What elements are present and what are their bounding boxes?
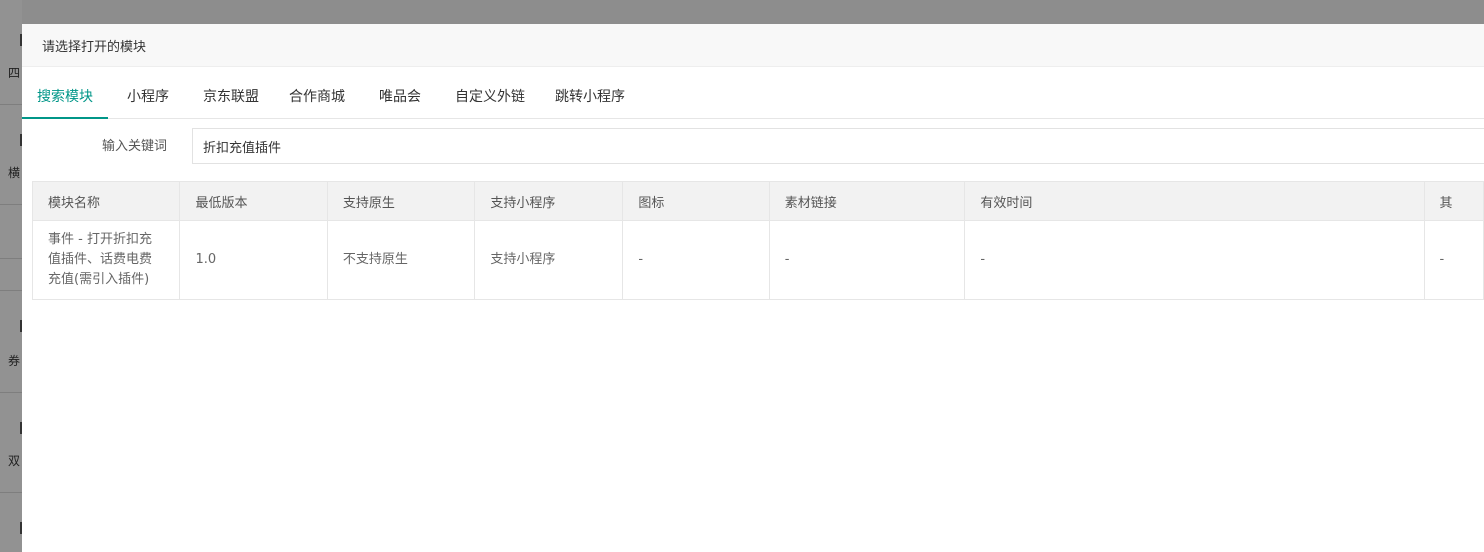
column-header-icon[interactable]: 图标 — [622, 181, 770, 221]
column-header-material-link[interactable]: 素材链接 — [768, 181, 966, 221]
keyword-form-row: 输入关键词 — [22, 128, 1484, 166]
column-header-valid-time[interactable]: 有效时间 — [964, 181, 1425, 221]
cell-valid-time: - — [964, 220, 1425, 300]
tab-jump-mini-program[interactable]: 跳转小程序 — [555, 83, 625, 118]
tab-mini-program[interactable]: 小程序 — [127, 83, 169, 118]
dialog-header: 请选择打开的模块 — [22, 24, 1484, 67]
column-header-mini-program-support[interactable]: 支持小程序 — [474, 181, 624, 221]
cell-icon: - — [622, 220, 770, 300]
tab-vipshop[interactable]: 唯品会 — [379, 83, 421, 118]
cell-native-support: 不支持原生 — [326, 220, 476, 300]
dialog-title: 请选择打开的模块 — [42, 39, 147, 55]
table-row[interactable]: 事件 - 打开折扣充值插件、话费电费充值(需引入插件) 1.0 不支持原生 支持… — [31, 220, 1484, 300]
cell-mini-program-support: 支持小程序 — [474, 220, 624, 300]
cell-material-link: - — [768, 220, 966, 300]
tab-custom-link[interactable]: 自定义外链 — [455, 83, 525, 118]
tab-partner-mall[interactable]: 合作商城 — [289, 83, 345, 118]
tab-search-module[interactable]: 搜索模块 — [37, 83, 93, 118]
active-tab-indicator — [22, 117, 108, 119]
module-picker-dialog: 请选择打开的模块 搜索模块 小程序 京东联盟 合作商城 唯品会 自定义外链 跳转… — [22, 24, 1484, 552]
module-table: 模块名称 最低版本 支持原生 支持小程序 图标 素材链接 有效时间 其 事件 -… — [31, 181, 1484, 300]
cell-min-version: 1.0 — [179, 220, 328, 300]
table-header-row: 模块名称 最低版本 支持原生 支持小程序 图标 素材链接 有效时间 其 — [31, 181, 1484, 221]
column-header-other[interactable]: 其 — [1423, 181, 1484, 221]
column-header-module-name[interactable]: 模块名称 — [31, 181, 181, 221]
column-header-native-support[interactable]: 支持原生 — [326, 181, 476, 221]
keyword-label: 输入关键词 — [101, 139, 167, 154]
column-header-min-version[interactable]: 最低版本 — [179, 181, 328, 221]
keyword-input[interactable] — [192, 128, 1484, 164]
tab-jd-union[interactable]: 京东联盟 — [203, 83, 259, 118]
cell-other: - — [1423, 220, 1484, 300]
module-tabs: 搜索模块 小程序 京东联盟 合作商城 唯品会 自定义外链 跳转小程序 — [22, 83, 1484, 119]
cell-module-name: 事件 - 打开折扣充值插件、话费电费充值(需引入插件) — [31, 220, 181, 300]
